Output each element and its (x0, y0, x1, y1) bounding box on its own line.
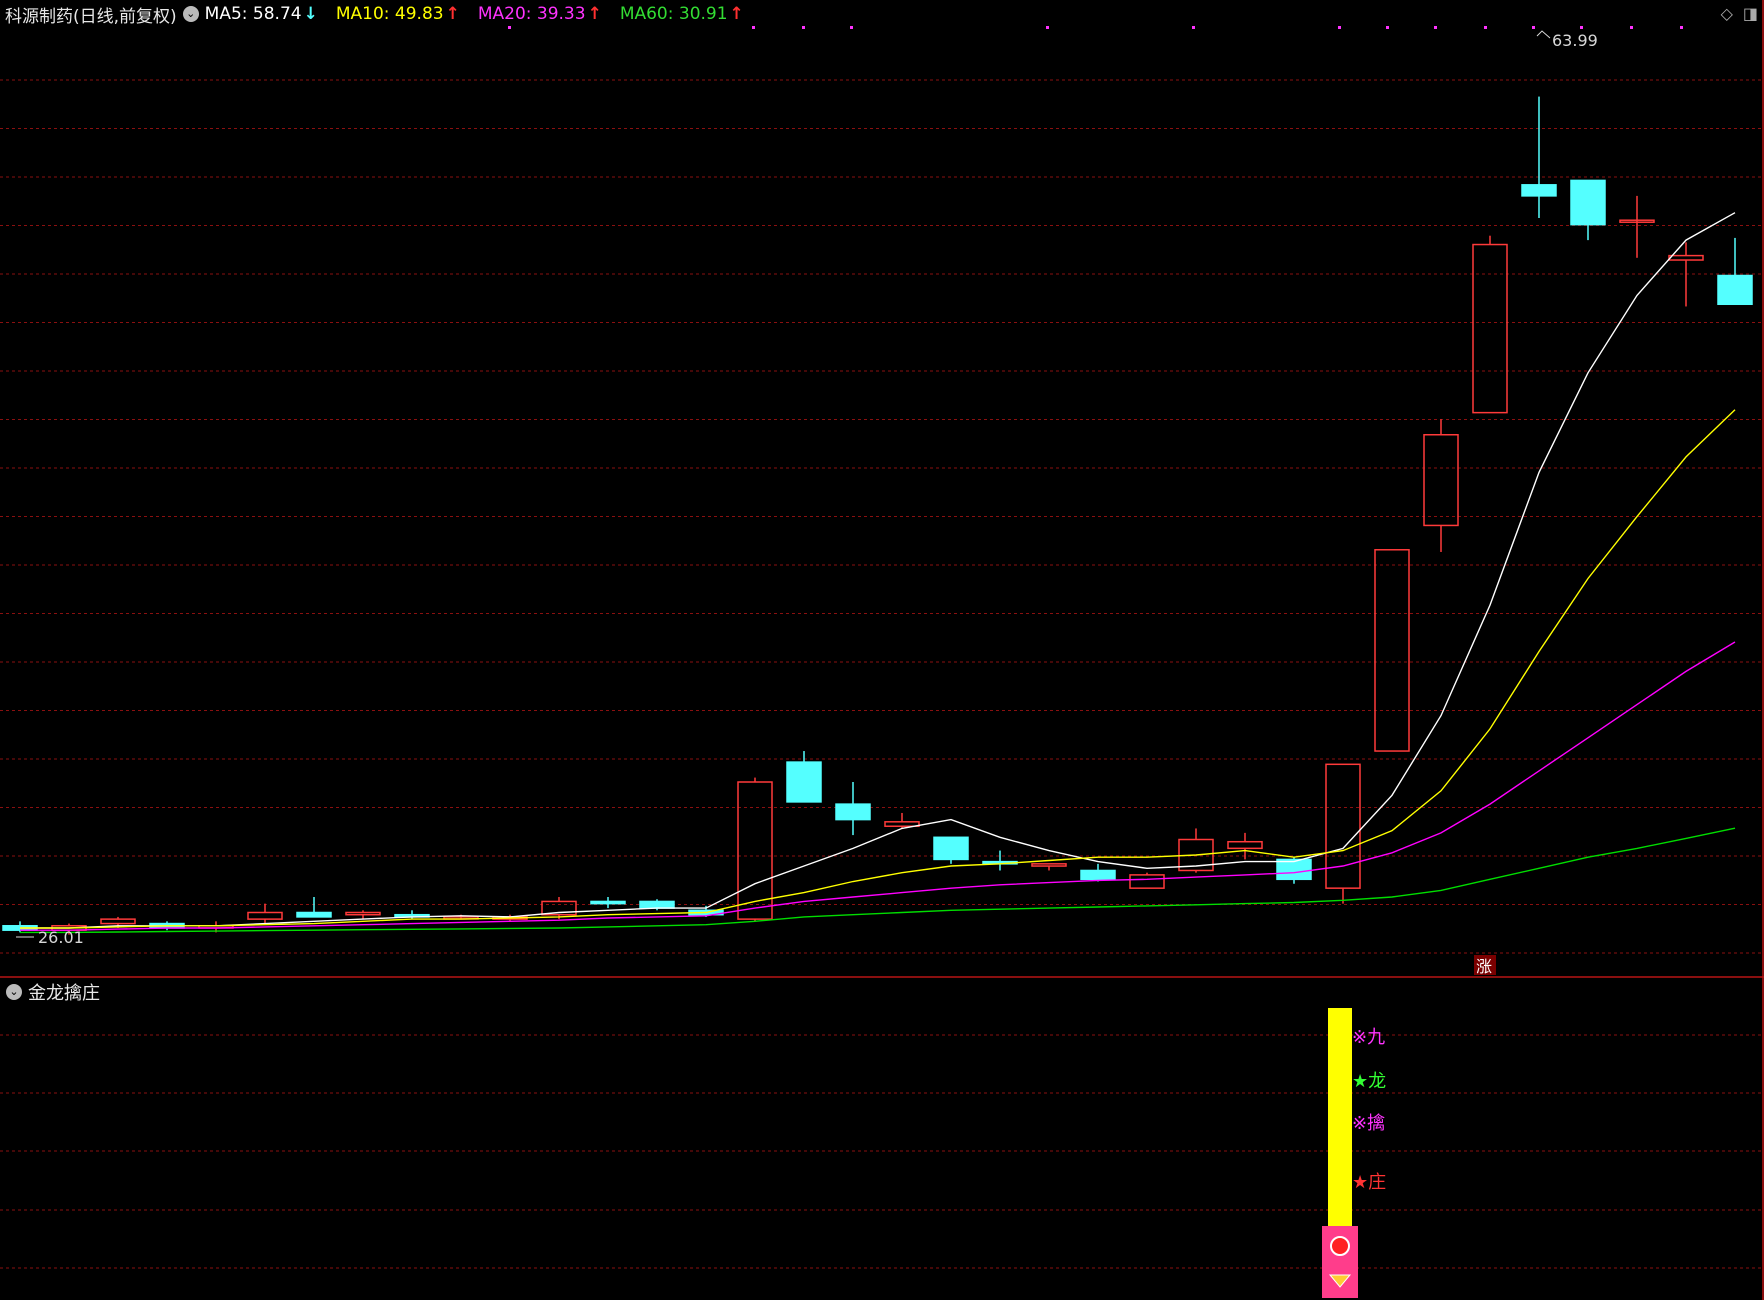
indicator-label: ★龙 (1352, 1071, 1386, 1092)
ma20-legend: MA20: 39.33 ↑ (478, 4, 602, 24)
zhang-label: 涨 (1476, 957, 1492, 976)
indicator-header: ⌄ 金龙擒庄 (4, 980, 100, 1004)
candle-body (1521, 184, 1557, 197)
window-toggle-icon[interactable]: ◨ (1743, 4, 1758, 23)
candle (1374, 549, 1410, 752)
candle-body (1031, 863, 1067, 867)
red-orb-icon (1330, 1236, 1350, 1256)
candle (1570, 179, 1606, 241)
ma60-arrow-icon: ↑ (729, 4, 744, 24)
candle (1080, 863, 1116, 882)
ma5-value: MA5: 58.74 (204, 4, 302, 24)
candle (1227, 832, 1263, 860)
candle (1521, 96, 1557, 218)
candle (590, 897, 626, 909)
candle (247, 903, 283, 924)
candle (296, 897, 332, 918)
indicator-settings-icon[interactable]: ⌄ (6, 984, 22, 1000)
ma20-value: MA20: 39.33 (477, 4, 586, 24)
high-marker (1536, 30, 1551, 39)
indicator-grid (0, 1034, 1764, 1269)
candle (1423, 419, 1459, 552)
candle-body (933, 836, 969, 861)
candle (1031, 863, 1067, 871)
candle-body (1080, 869, 1116, 881)
indicator-label: ※九 (1352, 1027, 1385, 1048)
candle (345, 910, 381, 920)
settings-circle-icon[interactable]: ⌄ (182, 6, 199, 22)
indicator-title[interactable]: 金龙擒庄 (28, 979, 100, 1005)
ma20-arrow-icon: ↑ (587, 4, 602, 24)
candle-body (100, 918, 136, 925)
candle-body (1276, 858, 1312, 881)
signal-bar (1328, 1008, 1352, 1226)
candle-body (345, 911, 381, 916)
ma5-line (20, 212, 1736, 929)
candle-body (590, 900, 626, 905)
candle-body (786, 761, 822, 803)
ma20-line (20, 641, 1736, 931)
stock-title[interactable]: 科源制药(日线,前复权) (5, 2, 177, 27)
chart-canvas[interactable]: ※九 ★龙 ※擒 ★庄 63.99 26.01 涨 (0, 0, 1764, 1300)
candle-body (639, 900, 675, 909)
top-markers (16, 26, 1683, 938)
top-right-icons: ◇ ◨ (1721, 4, 1758, 23)
moving-average-lines (20, 212, 1736, 934)
ma5-arrow-icon: ↓ (303, 4, 318, 24)
candle (1325, 763, 1361, 904)
candle-body (1472, 243, 1508, 414)
candle-body (1423, 434, 1459, 527)
ma60-line (20, 827, 1736, 934)
low-price-label: 26.01 (38, 928, 84, 947)
ma10-value: MA10: 49.83 (335, 4, 444, 24)
candlestick-series (2, 96, 1753, 935)
candle (835, 782, 871, 836)
candle (1717, 237, 1753, 306)
ma60-legend: MA60: 30.91 ↑ (620, 4, 744, 24)
candle-body (247, 911, 283, 920)
ma60-value: MA60: 30.91 (619, 4, 728, 24)
indicator-label: ※擒 (1352, 1113, 1385, 1134)
candle-body (1325, 763, 1361, 889)
candle-body (1374, 549, 1410, 752)
candle-body (1129, 874, 1165, 889)
candle (933, 836, 969, 864)
chart-header: 科源制药(日线,前复权) ⌄ MA5: 58.74 ↓ MA10: 49.83 ↑ … (0, 0, 1764, 28)
candle-body (1227, 840, 1263, 850)
candle-body (1668, 254, 1704, 261)
main-price-grid (0, 0, 1764, 1300)
candle (1619, 195, 1655, 258)
candle-body (296, 911, 332, 918)
diamond-icon[interactable]: ◇ (1721, 4, 1733, 23)
indicator-label: ★庄 (1352, 1172, 1386, 1193)
candle-body (835, 803, 871, 821)
ma10-arrow-icon: ↑ (445, 4, 460, 24)
ma10-legend: MA10: 49.83 ↑ (336, 4, 460, 24)
candle (982, 850, 1018, 871)
high-price-label: 63.99 (1552, 31, 1598, 50)
candle-body (1717, 274, 1753, 306)
jinlong-indicator: ※九 ★龙 ※擒 ★庄 (1322, 1008, 1386, 1298)
ma5-legend: MA5: 58.74 ↓ (205, 4, 318, 24)
candle-body (1570, 179, 1606, 226)
candle (1129, 872, 1165, 889)
ma10-line (20, 409, 1736, 929)
candle (1472, 235, 1508, 414)
